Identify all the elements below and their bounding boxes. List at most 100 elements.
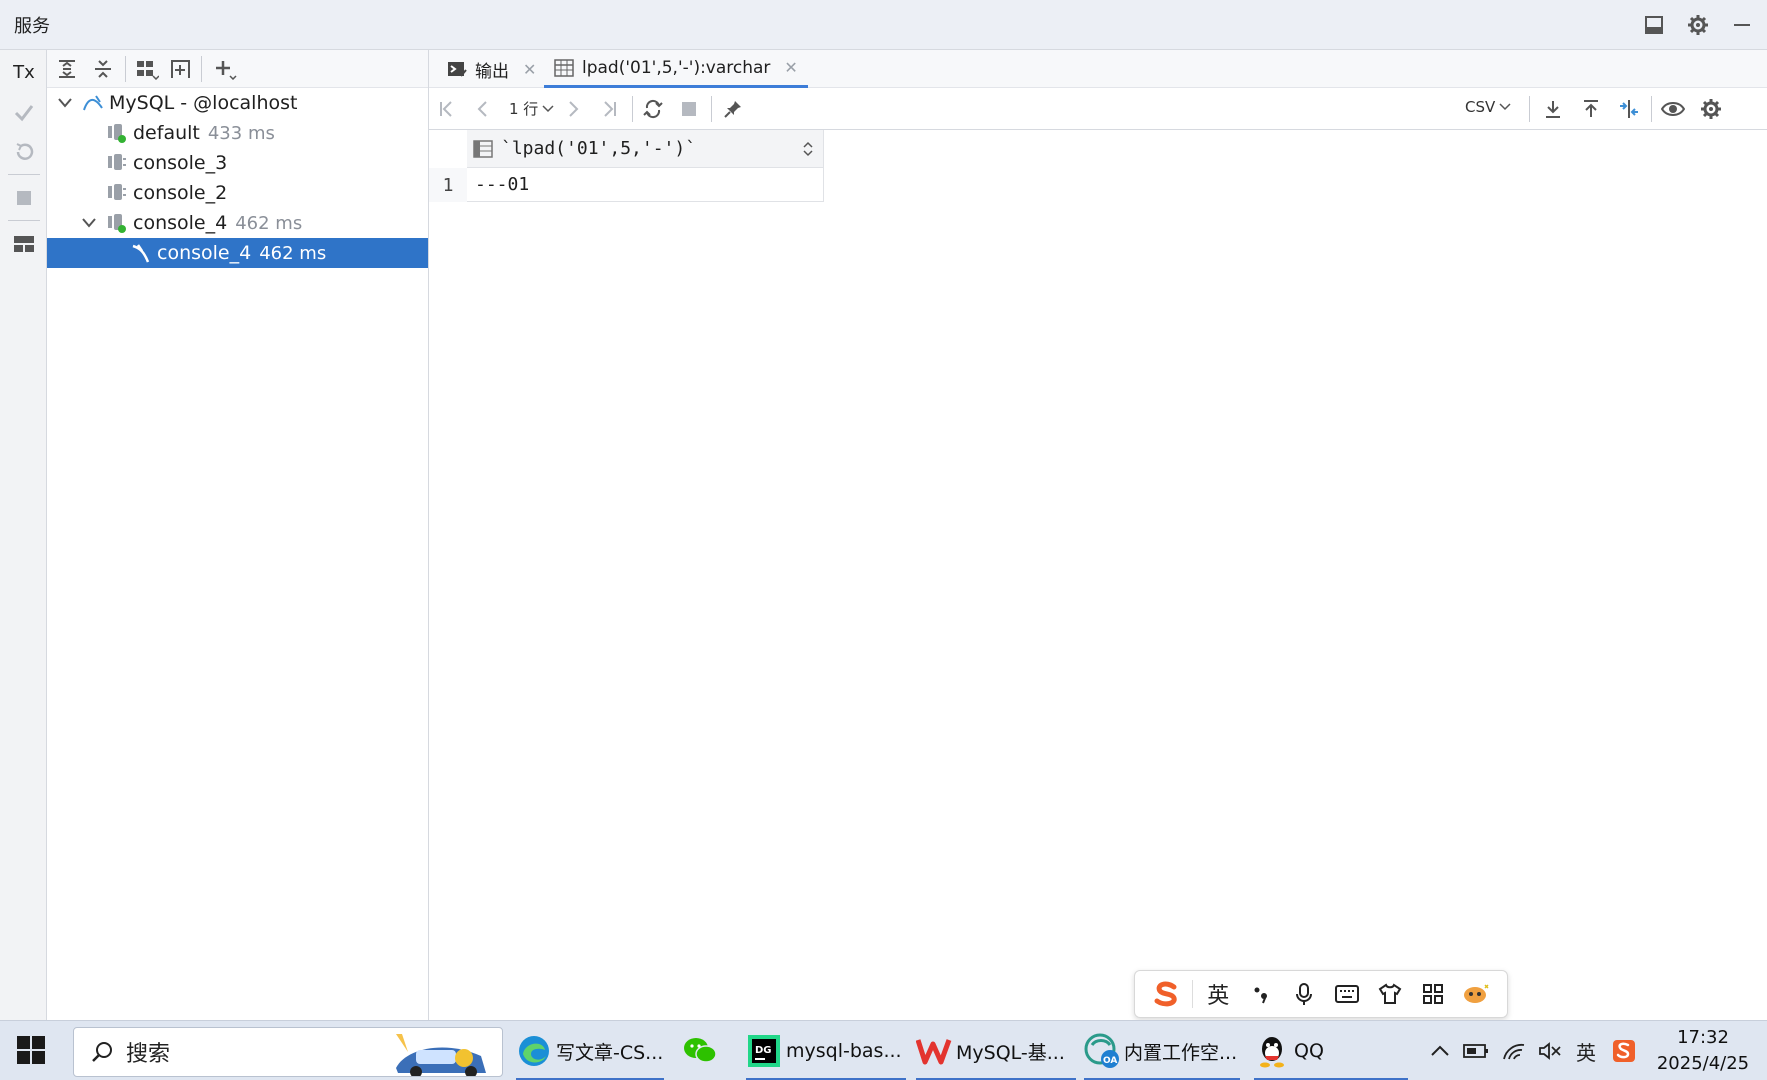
column-icon: [473, 139, 493, 158]
results-tabs: 输出 ✕ lpad('01',5,'-'):varchar ✕: [429, 50, 1767, 88]
keyboard-icon[interactable]: [1326, 974, 1369, 1014]
ime-language-toggle[interactable]: 英: [1197, 974, 1240, 1014]
taskbar-app-qq[interactable]: QQ: [1254, 1025, 1408, 1080]
search-decoration-image: [386, 1028, 496, 1076]
rows-per-page-dropdown[interactable]: 1 行: [509, 98, 554, 119]
chevron-down-icon: [542, 104, 554, 112]
battery-icon[interactable]: [1460, 1031, 1492, 1071]
chevron-down-icon: [1499, 103, 1511, 111]
tab-label: 输出: [475, 61, 509, 82]
tx-mode-button[interactable]: Tx: [8, 56, 40, 88]
microphone-icon[interactable]: [1283, 974, 1326, 1014]
chevron-down-icon[interactable]: [79, 213, 99, 233]
tree-item-duration: 462 ms: [235, 212, 303, 234]
title-bar: 服务: [0, 0, 1767, 50]
chevron-down-icon[interactable]: [55, 93, 75, 113]
tree-item-console-4[interactable]: console_4 462 ms: [47, 208, 428, 238]
punctuation-icon[interactable]: [1240, 974, 1283, 1014]
add-icon[interactable]: [209, 53, 241, 85]
column-header[interactable]: `lpad('01',5,'-')`: [467, 130, 824, 168]
group-by-icon[interactable]: [131, 53, 163, 85]
oa-icon: OA: [1084, 1033, 1120, 1069]
stop-icon[interactable]: [8, 182, 40, 214]
datagrip-icon: DG: [746, 1033, 782, 1069]
close-icon[interactable]: ✕: [523, 60, 536, 79]
refresh-icon[interactable]: [637, 93, 669, 125]
toolbox-icon[interactable]: [1411, 974, 1454, 1014]
chevron-up-icon[interactable]: [1424, 1031, 1456, 1071]
sort-icon[interactable]: [803, 141, 813, 157]
taskbar-search[interactable]: 搜索: [73, 1027, 503, 1077]
download-icon[interactable]: [1537, 93, 1569, 125]
layout-icon[interactable]: [1639, 10, 1669, 40]
skin-icon[interactable]: [1368, 974, 1411, 1014]
tab-result[interactable]: lpad('01',5,'-'):varchar ✕: [544, 50, 808, 88]
tree-item-console-4-session[interactable]: console_4 462 ms: [47, 238, 428, 268]
search-label: 搜索: [126, 1042, 171, 1067]
clock-time: 17:32: [1677, 1027, 1729, 1048]
rows-label: 1 行: [509, 100, 539, 118]
taskbar-app-datagrip[interactable]: DG mysql-bas...: [746, 1025, 906, 1080]
mysql-icon: [81, 91, 105, 115]
layout-panel-icon[interactable]: [8, 228, 40, 260]
tab-label: lpad('01',5,'-'):varchar: [582, 57, 771, 78]
table-cell[interactable]: ---01: [467, 168, 824, 202]
new-group-icon[interactable]: [165, 53, 197, 85]
tab-output[interactable]: 输出 ✕: [447, 50, 536, 88]
result-toolbar: 1 行 CSV: [429, 88, 1767, 130]
taskbar-app-label: 写文章-CS...: [556, 1041, 664, 1064]
taskbar-app-edge[interactable]: 写文章-CS...: [516, 1025, 664, 1080]
sogou-tray-icon[interactable]: [1608, 1031, 1640, 1071]
tree-item-console-2[interactable]: console_2: [47, 178, 428, 208]
stop-icon[interactable]: [673, 93, 705, 125]
console-icon: [105, 211, 129, 235]
collapse-all-icon[interactable]: [87, 53, 119, 85]
taskbar-app-label: mysql-bas...: [786, 1040, 902, 1062]
expand-all-icon[interactable]: [51, 53, 83, 85]
volume-muted-icon[interactable]: [1534, 1031, 1566, 1071]
mascot-icon[interactable]: [1454, 974, 1497, 1014]
prev-page-icon[interactable]: [467, 93, 499, 125]
services-tree-panel: MySQL - @localhost default 433 ms consol…: [47, 50, 429, 1020]
format-label: CSV: [1465, 98, 1496, 116]
search-icon: [90, 1040, 114, 1064]
taskbar-app-wps[interactable]: MySQL-基...: [916, 1025, 1076, 1080]
first-page-icon[interactable]: [431, 93, 463, 125]
export-format-dropdown[interactable]: CSV: [1465, 98, 1511, 116]
compare-icon[interactable]: [1613, 93, 1645, 125]
tree-item-console-3[interactable]: console_3: [47, 148, 428, 178]
tree-item-label: default: [133, 122, 200, 144]
gear-icon[interactable]: [1683, 10, 1713, 40]
clock[interactable]: 17:32 2025/4/25: [1653, 1025, 1753, 1077]
wifi-icon[interactable]: [1498, 1031, 1530, 1071]
pin-icon[interactable]: [717, 93, 749, 125]
view-icon[interactable]: [1657, 93, 1689, 125]
input-language-indicator[interactable]: 英: [1570, 1031, 1602, 1071]
last-page-icon[interactable]: [593, 93, 625, 125]
rollback-icon[interactable]: [8, 136, 40, 168]
windows-start-icon[interactable]: [16, 1035, 48, 1067]
tree-item-duration: 462 ms: [259, 242, 327, 264]
taskbar-app-label: MySQL-基...: [956, 1041, 1065, 1064]
tree-item-label: console_4: [133, 212, 228, 234]
taskbar-app-wechat[interactable]: [682, 1025, 742, 1077]
svg-text:DG: DG: [755, 1045, 772, 1056]
tree-item-label: console_2: [133, 182, 228, 204]
commit-icon[interactable]: [8, 96, 40, 128]
settings-icon[interactable]: [1695, 93, 1727, 125]
tree-item-mysql[interactable]: MySQL - @localhost: [47, 88, 428, 118]
close-icon[interactable]: ✕: [784, 58, 797, 77]
console-icon: [105, 151, 129, 175]
taskbar-app-oa[interactable]: OA 内置工作空...: [1084, 1025, 1240, 1080]
upload-icon[interactable]: [1575, 93, 1607, 125]
sogou-logo-icon[interactable]: [1145, 974, 1188, 1014]
tree-toolbar: [47, 50, 428, 88]
next-page-icon[interactable]: [557, 93, 589, 125]
wps-icon: [916, 1033, 952, 1069]
minimize-icon[interactable]: [1727, 10, 1757, 40]
console-icon: [105, 181, 129, 205]
tree-item-default[interactable]: default 433 ms: [47, 118, 428, 148]
svg-text:OA: OA: [1103, 1056, 1117, 1066]
tx-label: Tx: [13, 61, 35, 83]
column-name: `lpad('01',5,'-')`: [501, 138, 697, 159]
